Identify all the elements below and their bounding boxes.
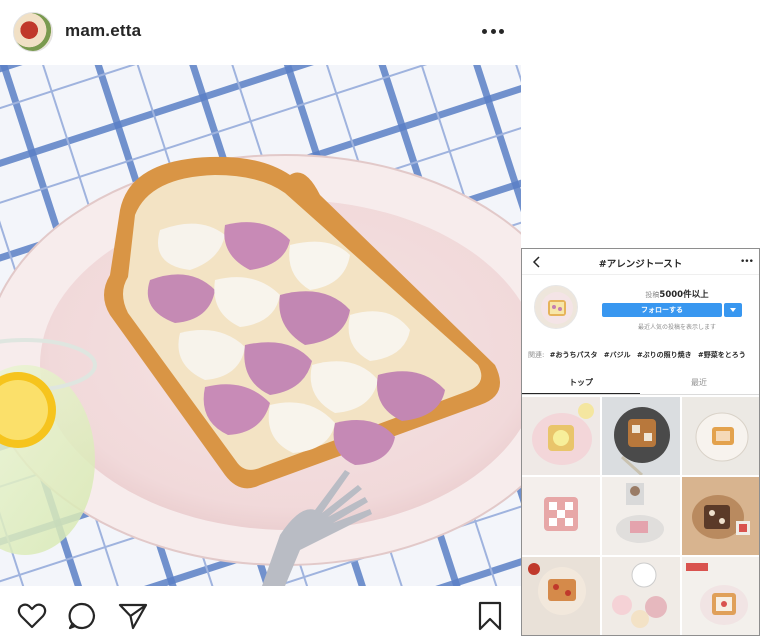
post-grid xyxy=(522,397,759,635)
tab-top[interactable]: トップ xyxy=(522,377,640,388)
heart-icon[interactable] xyxy=(16,600,48,632)
grid-post[interactable] xyxy=(682,557,759,635)
hashtag-tabs: トップ 最近 xyxy=(522,373,759,395)
profile-avatar[interactable] xyxy=(13,12,53,52)
follow-button[interactable]: フォローする xyxy=(602,303,722,317)
hashtag-avatar xyxy=(534,285,578,329)
tab-recent[interactable]: 最近 xyxy=(640,377,758,388)
hashtag-page-screenshot: #アレンジトースト ••• 投稿5000件以上 フォローする 最近人気の投稿を表… xyxy=(521,248,760,636)
post-count: 投稿5000件以上 xyxy=(645,290,709,300)
grid-post[interactable] xyxy=(602,477,680,555)
grid-post[interactable] xyxy=(522,557,600,635)
grid-post[interactable] xyxy=(682,397,759,475)
grid-post[interactable] xyxy=(602,397,680,475)
grid-post[interactable] xyxy=(522,477,600,555)
send-icon[interactable] xyxy=(117,600,149,632)
bookmark-icon[interactable] xyxy=(474,600,506,632)
grid-post[interactable] xyxy=(682,477,759,555)
hashtag-top-bar: #アレンジトースト ••• xyxy=(522,249,759,275)
related-tag[interactable]: #おうちパスタ xyxy=(550,351,598,359)
more-dots-icon[interactable] xyxy=(478,20,508,42)
related-tags: 関連: #おうちパスタ #バジル #ぶりの照り焼き #野菜をとろう xyxy=(528,350,759,362)
chevron-down-icon[interactable] xyxy=(724,303,742,317)
post-header: mam.etta xyxy=(0,0,520,64)
grid-post[interactable] xyxy=(602,557,680,635)
comment-icon[interactable] xyxy=(66,600,98,632)
hashtag-title: #アレンジトースト xyxy=(598,259,683,270)
related-tag[interactable]: #バジル xyxy=(604,351,631,359)
post-photo[interactable] xyxy=(0,65,521,586)
related-tag[interactable]: #野菜をとろう xyxy=(698,351,746,359)
post-username[interactable]: mam.etta xyxy=(65,21,141,41)
toast-photo-illustration xyxy=(0,65,521,586)
recent-note: 最近人気の投稿を表示します xyxy=(637,324,716,331)
more-dots-icon[interactable]: ••• xyxy=(740,257,754,267)
active-tab-indicator xyxy=(522,393,640,394)
related-label: 関連: xyxy=(528,351,545,359)
grid-post[interactable] xyxy=(522,397,600,475)
related-tag[interactable]: #ぶりの照り焼き xyxy=(637,351,692,359)
post-action-bar xyxy=(0,592,520,636)
